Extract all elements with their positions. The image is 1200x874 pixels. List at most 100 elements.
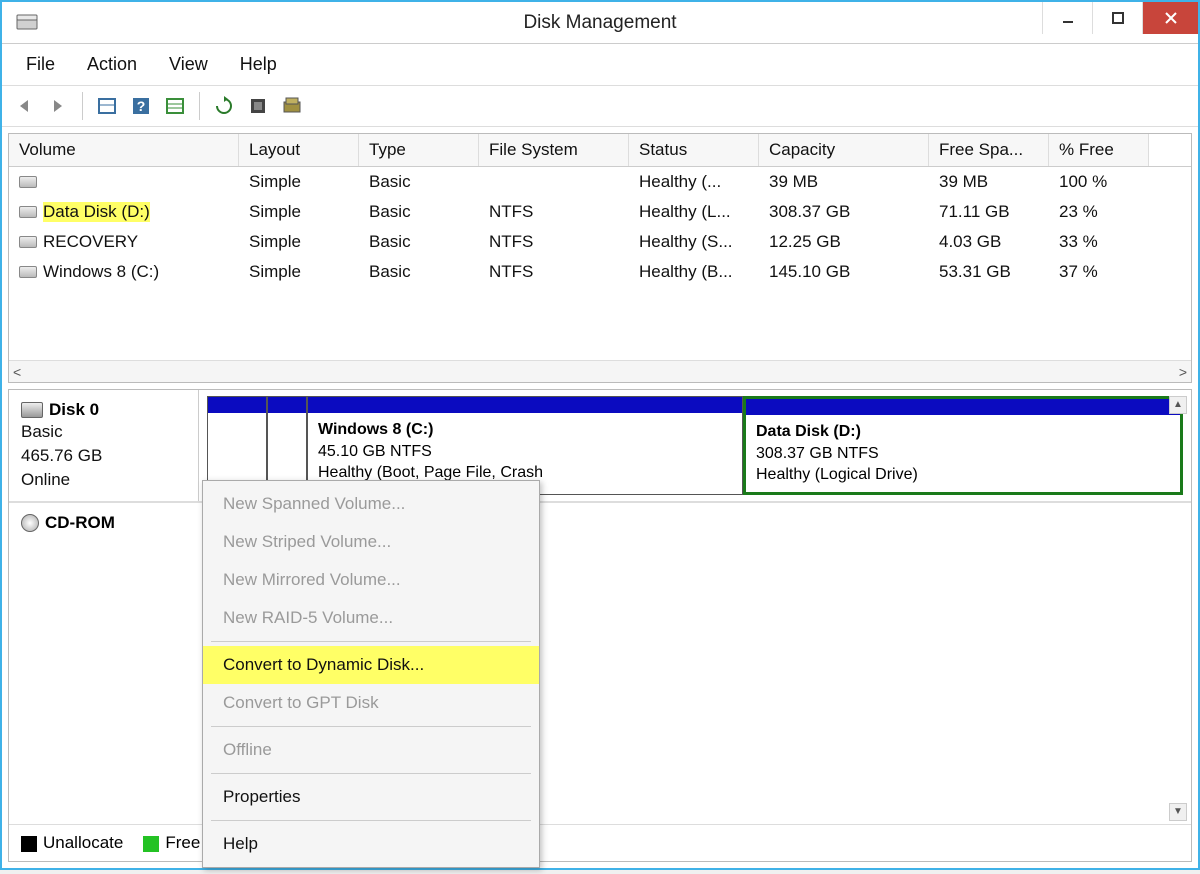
maximize-button[interactable] <box>1092 2 1142 34</box>
partition-status: Healthy (Logical Drive) <box>756 464 1170 486</box>
cell-layout: Simple <box>239 200 359 224</box>
swatch-free <box>143 836 159 852</box>
cell-pct: 37 % <box>1049 260 1149 284</box>
disk0-size: 465.76 GB <box>21 444 186 468</box>
menu-view[interactable]: View <box>153 48 224 81</box>
cell-pct: 100 % <box>1049 170 1149 194</box>
cell-layout: Simple <box>239 230 359 254</box>
ctx-new-striped: New Striped Volume... <box>203 523 539 561</box>
disk-row-cdrom[interactable]: CD-ROM <box>9 502 1191 543</box>
cell-status: Healthy (... <box>629 170 759 194</box>
disk-icon <box>21 402 43 418</box>
vertical-scrollbar[interactable]: ▲ ▼ <box>1169 396 1187 821</box>
th-capacity[interactable]: Capacity <box>759 134 929 166</box>
ctx-new-spanned: New Spanned Volume... <box>203 485 539 523</box>
disk-tool-icon[interactable] <box>278 92 306 120</box>
ctx-properties[interactable]: Properties <box>203 778 539 816</box>
th-volume[interactable]: Volume <box>9 134 239 166</box>
window-controls <box>1042 2 1198 34</box>
cell-layout: Simple <box>239 260 359 284</box>
ctx-new-raid5: New RAID-5 Volume... <box>203 599 539 637</box>
th-free[interactable]: Free Spa... <box>929 134 1049 166</box>
partition-title: Windows 8 (C:) <box>318 419 732 441</box>
cell-capacity: 39 MB <box>759 170 929 194</box>
th-status[interactable]: Status <box>629 134 759 166</box>
cell-status: Healthy (S... <box>629 230 759 254</box>
cell-fs: NTFS <box>479 230 629 254</box>
swatch-unallocated <box>21 836 37 852</box>
cell-fs: NTFS <box>479 260 629 284</box>
disk0-state: Online <box>21 468 186 492</box>
table-header-row: Volume Layout Type File System Status Ca… <box>9 134 1191 167</box>
toolbar: ? <box>2 86 1198 127</box>
th-filesystem[interactable]: File System <box>479 134 629 166</box>
scroll-down-icon[interactable]: ▼ <box>1169 803 1187 821</box>
cell-capacity: 145.10 GB <box>759 260 929 284</box>
back-button[interactable] <box>10 92 38 120</box>
ctx-separator <box>211 820 531 821</box>
partition-datadisk-selected[interactable]: Data Disk (D:) 308.37 GB NTFS Healthy (L… <box>743 396 1183 495</box>
drive-icon <box>19 236 37 248</box>
forward-button[interactable] <box>44 92 72 120</box>
cell-layout: Simple <box>239 170 359 194</box>
th-layout[interactable]: Layout <box>239 134 359 166</box>
help-icon[interactable]: ? <box>127 92 155 120</box>
drive-icon <box>19 266 37 278</box>
close-button[interactable] <box>1142 2 1198 34</box>
menu-action[interactable]: Action <box>71 48 153 81</box>
partition-size: 308.37 GB NTFS <box>756 443 1170 465</box>
disk-graphical-panel: Disk 0 Basic 465.76 GB Online Windows 8 … <box>8 389 1192 862</box>
ctx-separator <box>211 726 531 727</box>
context-menu: New Spanned Volume... New Striped Volume… <box>202 480 540 868</box>
th-percent-free[interactable]: % Free <box>1049 134 1149 166</box>
menu-file[interactable]: File <box>10 48 71 81</box>
titlebar: Disk Management <box>2 2 1198 44</box>
cell-free: 39 MB <box>929 170 1049 194</box>
table-row[interactable]: Data Disk (D:)SimpleBasicNTFSHealthy (L.… <box>9 197 1191 227</box>
horizontal-scrollbar[interactable]: < > <box>9 360 1191 382</box>
cell-pct: 33 % <box>1049 230 1149 254</box>
menu-help[interactable]: Help <box>224 48 293 81</box>
disk0-label[interactable]: Disk 0 Basic 465.76 GB Online <box>9 390 199 501</box>
menubar: File Action View Help <box>2 44 1198 86</box>
cell-type: Basic <box>359 170 479 194</box>
scroll-left-icon[interactable]: < <box>13 364 21 380</box>
cdrom-icon <box>21 514 39 532</box>
toolbar-view-icon[interactable] <box>93 92 121 120</box>
cell-volume: RECOVERY <box>9 230 239 254</box>
volume-table: Volume Layout Type File System Status Ca… <box>8 133 1192 383</box>
cell-volume: Data Disk (D:) <box>9 200 239 224</box>
scroll-right-icon[interactable]: > <box>1179 364 1187 380</box>
scroll-up-icon[interactable]: ▲ <box>1169 396 1187 414</box>
cell-capacity: 308.37 GB <box>759 200 929 224</box>
disk-row-disk0[interactable]: Disk 0 Basic 465.76 GB Online Windows 8 … <box>9 390 1191 502</box>
partition-size: 45.10 GB NTFS <box>318 441 732 463</box>
refresh-icon[interactable] <box>210 92 238 120</box>
cell-capacity: 12.25 GB <box>759 230 929 254</box>
settings-icon[interactable] <box>244 92 272 120</box>
app-icon <box>12 9 42 37</box>
cell-volume: Windows 8 (C:) <box>9 260 239 284</box>
minimize-button[interactable] <box>1042 2 1092 34</box>
table-row[interactable]: RECOVERYSimpleBasicNTFSHealthy (S...12.2… <box>9 227 1191 257</box>
ctx-convert-gpt: Convert to GPT Disk <box>203 684 539 722</box>
ctx-separator <box>211 641 531 642</box>
cell-type: Basic <box>359 260 479 284</box>
table-body: SimpleBasicHealthy (...39 MB39 MB100 %Da… <box>9 167 1191 360</box>
disk0-name: Disk 0 <box>49 400 99 420</box>
toolbar-separator <box>199 92 200 120</box>
ctx-offline: Offline <box>203 731 539 769</box>
ctx-separator <box>211 773 531 774</box>
partition-title: Data Disk (D:) <box>756 421 1170 443</box>
ctx-convert-dynamic[interactable]: Convert to Dynamic Disk... <box>203 646 539 684</box>
ctx-help[interactable]: Help <box>203 825 539 863</box>
cell-fs: NTFS <box>479 200 629 224</box>
legend-unallocated: Unallocate <box>43 833 123 852</box>
toolbar-list-icon[interactable] <box>161 92 189 120</box>
cell-type: Basic <box>359 230 479 254</box>
table-row[interactable]: SimpleBasicHealthy (...39 MB39 MB100 % <box>9 167 1191 197</box>
svg-text:?: ? <box>137 98 146 114</box>
table-row[interactable]: Windows 8 (C:)SimpleBasicNTFSHealthy (B.… <box>9 257 1191 287</box>
disk-rows: Disk 0 Basic 465.76 GB Online Windows 8 … <box>9 390 1191 824</box>
th-type[interactable]: Type <box>359 134 479 166</box>
